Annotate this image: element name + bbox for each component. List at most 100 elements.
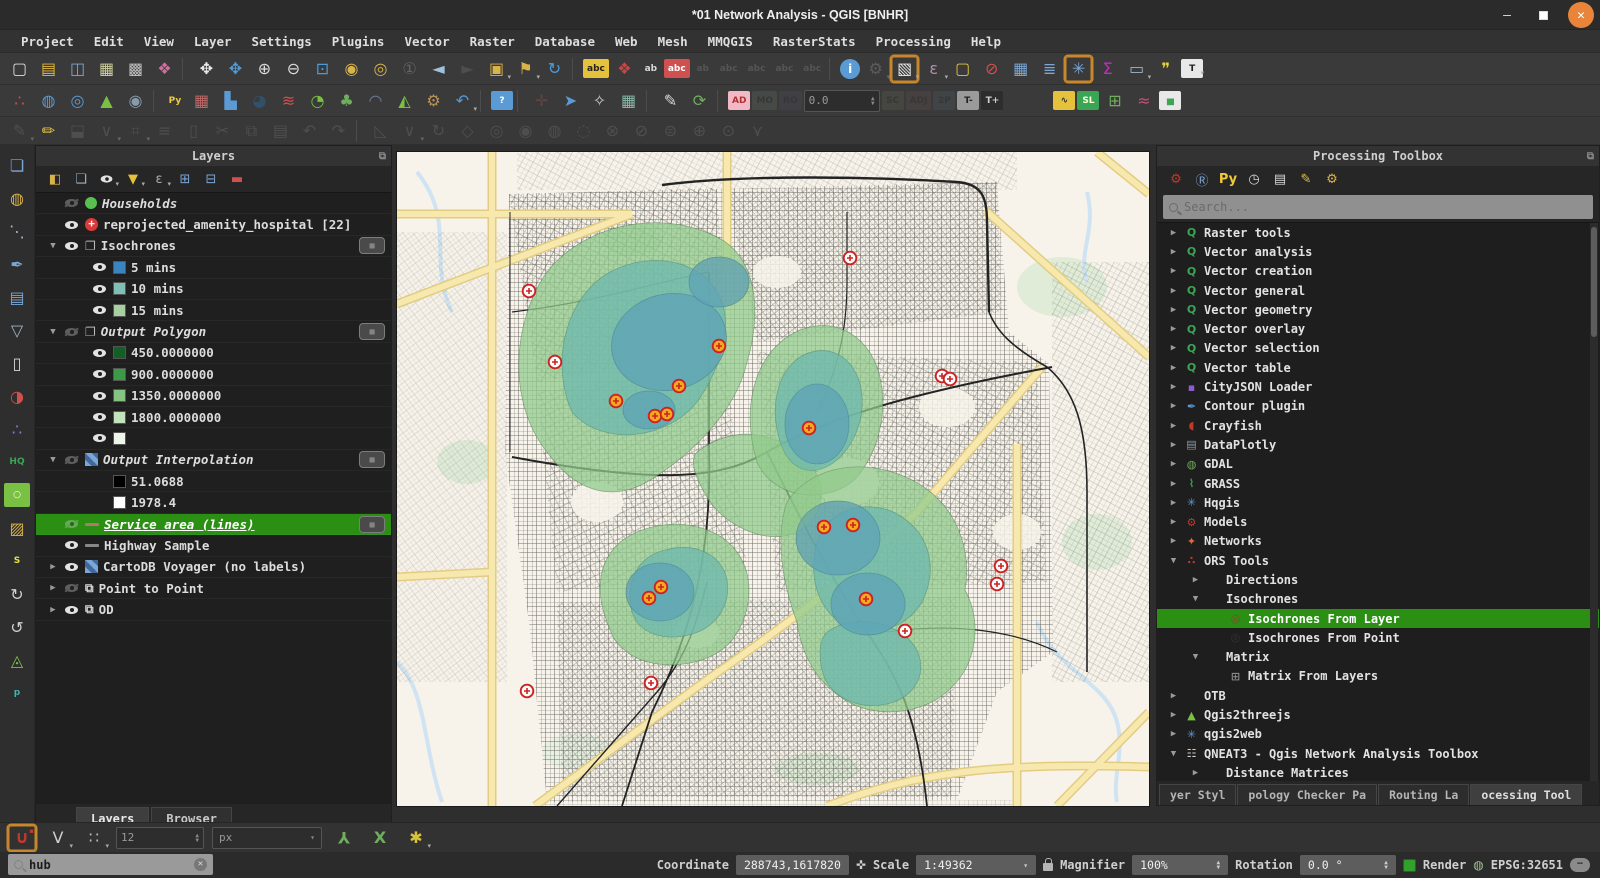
dock-tab-pology-checker-pa[interactable]: pology Checker Pa [1237, 784, 1377, 805]
layer-row-highway-sample[interactable]: Highway Sample [36, 535, 391, 556]
results-viewer-icon[interactable]: ▤ [1269, 169, 1291, 189]
expand-all-icon[interactable]: ⊞ [174, 169, 196, 189]
new-print-layout-icon[interactable]: ▦ [93, 56, 120, 82]
chip-plugin-icon[interactable]: ▤ [4, 285, 30, 309]
hospital-marker[interactable] [521, 685, 534, 698]
algorithm-vector-geometry[interactable]: ▶QVector geometry [1157, 300, 1599, 319]
layer-row-od[interactable]: ▶⧉OD [36, 599, 391, 620]
zoom-in-icon[interactable]: ⊕ [251, 56, 278, 82]
layer-swatch-square-icon[interactable] [113, 368, 126, 381]
expand-arrow-icon[interactable]: ▼ [1190, 652, 1201, 662]
algorithm-isochrones[interactable]: ▼Isochrones [1157, 590, 1599, 609]
save-layer-edits-icon[interactable]: ⬓ [64, 118, 91, 144]
run-feature-action-icon[interactable]: ⚙▾ [862, 56, 889, 82]
text-bigger-icon[interactable]: T+ [981, 91, 1003, 110]
expand-arrow-icon[interactable]: ▶ [1168, 363, 1179, 373]
clear-search-icon[interactable]: ✕ [194, 858, 207, 871]
hospital-marker-selected[interactable] [847, 519, 860, 532]
table-tool-icon[interactable]: ▦ [615, 88, 642, 114]
expand-arrow-icon[interactable]: ▶ [1168, 440, 1179, 450]
algorithm-raster-tools[interactable]: ▶QRaster tools [1157, 223, 1599, 242]
topological-editing-icon[interactable]: Y [330, 825, 358, 851]
expand-arrow-icon[interactable]: ▼ [1168, 556, 1179, 566]
simplify-feature-icon[interactable]: ◇ [454, 118, 481, 144]
edit-features-in-place-icon[interactable]: ✎ [1295, 169, 1317, 189]
algorithm-vector-selection[interactable]: ▶QVector selection [1157, 339, 1599, 358]
grass-leaf-icon[interactable]: ♣ [333, 88, 360, 114]
save-project-icon[interactable]: ◫ [64, 56, 91, 82]
bnhr-plugin-icon[interactable]: ◑ [4, 384, 30, 408]
algorithm-crayfish[interactable]: ▶◖Crayfish [1157, 416, 1599, 435]
menu-view[interactable]: View [135, 32, 183, 51]
visibility-eye-icon[interactable] [64, 196, 80, 210]
snapping-intersection-icon[interactable]: X [366, 825, 394, 851]
hospital-marker[interactable] [523, 285, 536, 298]
undock-icon[interactable]: ⧉ [1587, 151, 1594, 162]
scale-select[interactable]: 1:49362▾ [916, 855, 1036, 875]
minimize-button[interactable]: – [1496, 5, 1518, 25]
rotation-input[interactable]: 0.0 °▲▼ [1300, 855, 1396, 875]
algorithm-vector-table[interactable]: ▶QVector table [1157, 358, 1599, 377]
visibility-eye-icon[interactable] [64, 538, 80, 552]
visibility-eye-icon[interactable] [92, 431, 108, 445]
menu-layer[interactable]: Layer [185, 32, 241, 51]
expand-arrow-icon[interactable]: ▶ [1168, 382, 1179, 392]
hospital-marker[interactable] [899, 625, 912, 638]
zoom-last-icon[interactable]: ◄ [425, 56, 452, 82]
expand-arrow-icon[interactable]: ▶ [1168, 729, 1179, 739]
self-snapping-icon[interactable]: ✱▾ [402, 825, 430, 851]
osm-edit-plugin-icon[interactable]: ▨ [4, 516, 30, 540]
coordinate-value[interactable]: 288743,1617820 [736, 855, 849, 875]
layer-row-1350-0000000[interactable]: 1350.0000000 [36, 386, 391, 407]
algorithm-grass[interactable]: ▶⌇GRASS [1157, 474, 1599, 493]
layer-row-isochrones[interactable]: ▼❐Isochrones▦ [36, 236, 391, 257]
visibility-eye-icon[interactable] [64, 603, 80, 617]
processing-toolbox-icon[interactable]: ✳ [1065, 56, 1092, 82]
expand-arrow-icon[interactable]: ▶ [1190, 575, 1201, 585]
maximize-button[interactable] [1532, 5, 1554, 25]
copy-features-icon[interactable]: ⧉ [238, 118, 265, 144]
dock-tab-ocessing-tool[interactable]: ocessing Tool [1470, 784, 1582, 805]
hospital-marker-selected[interactable] [610, 395, 623, 408]
layer-row-symbol[interactable] [36, 428, 391, 449]
snapping-type-button[interactable]: ∷▾ [80, 825, 108, 851]
advanced-digitize-ad-icon[interactable]: AD [728, 91, 750, 110]
map-tips-icon[interactable]: ❞ [1152, 56, 1179, 82]
layer-row-51-0688[interactable]: 51.0688 [36, 471, 391, 492]
visibility-eye-icon[interactable] [64, 453, 80, 467]
layer-swatch-square-icon[interactable] [113, 496, 126, 509]
open-layer-styling-icon[interactable]: ◧ [44, 169, 66, 189]
visibility-eye-icon[interactable] [92, 303, 108, 317]
digitize-2p-icon[interactable]: 2P [933, 91, 955, 110]
layer-row-output-interpolation[interactable]: ▼Output Interpolation▦ [36, 450, 391, 471]
advanced-digitizing-icon[interactable]: ◺ [367, 118, 394, 144]
attribute-table-icon[interactable]: ▦ [1007, 56, 1034, 82]
hospital-marker-selected[interactable] [649, 410, 662, 423]
layer-swatch-pages-icon[interactable]: ⧉ [85, 581, 94, 596]
visibility-eye-icon[interactable] [92, 346, 108, 360]
mouse-extent-icon[interactable]: ✜ [856, 858, 866, 872]
lock-scale-icon[interactable] [1043, 863, 1053, 871]
visibility-eye-icon[interactable] [64, 325, 80, 339]
menu-database[interactable]: Database [526, 32, 604, 51]
pan-map-icon[interactable]: ✥ [193, 56, 220, 82]
layout-manager-icon[interactable]: ▩ [122, 56, 149, 82]
algorithm-distance-matrices[interactable]: ▶Distance Matrices [1157, 763, 1599, 781]
layer-row-1800-0000000[interactable]: 1800.0000000 [36, 407, 391, 428]
menu-web[interactable]: Web [606, 32, 647, 51]
expand-arrow-icon[interactable]: ▼ [1190, 594, 1201, 604]
move-label-icon[interactable]: ab [692, 59, 714, 78]
visibility-eye-icon[interactable] [92, 367, 108, 381]
digitize-pencil-icon[interactable]: ✎ [657, 88, 684, 114]
expand-arrow-icon[interactable]: ▶ [1168, 479, 1179, 489]
search-layers-icon[interactable]: ◉ [122, 88, 149, 114]
expand-arrow-icon[interactable]: ▶ [1168, 517, 1179, 527]
metasearch-icon[interactable]: ◎ [64, 88, 91, 114]
close-button[interactable]: ✕ [1568, 2, 1594, 28]
filter-by-expression-icon[interactable]: ε▾ [148, 169, 170, 189]
zoom-full-icon[interactable]: ⊡ [309, 56, 336, 82]
visibility-eye-icon[interactable] [92, 260, 108, 274]
layer-row-point-to-point[interactable]: ▶⧉Point to Point [36, 578, 391, 599]
expand-arrow-icon[interactable]: ▼ [47, 455, 59, 465]
snapping-tolerance-input[interactable]: 12▲▼ [116, 827, 204, 849]
